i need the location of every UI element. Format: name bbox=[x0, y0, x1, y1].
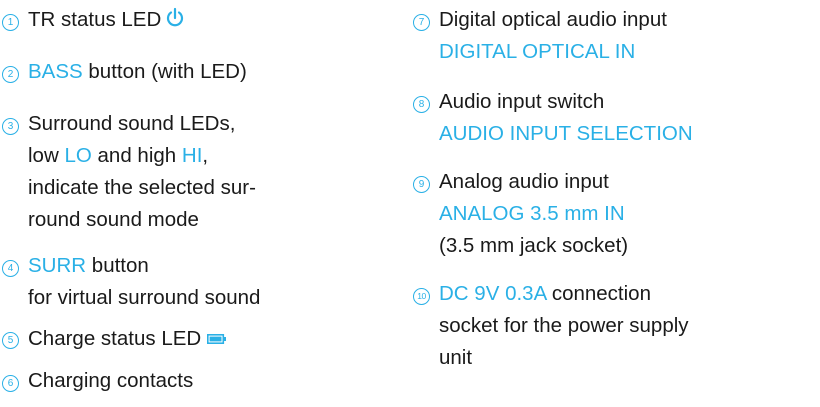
item-label: Audio input switch bbox=[439, 90, 605, 113]
item-label: button bbox=[86, 254, 149, 277]
item-number-badge: 2 bbox=[2, 66, 19, 83]
lo-label: LO bbox=[64, 144, 92, 167]
item-label: connection bbox=[546, 282, 651, 305]
item-number-badge: 3 bbox=[2, 118, 19, 135]
hi-label: HI bbox=[181, 144, 203, 167]
item-number-badge: 6 bbox=[2, 375, 19, 392]
item-highlight-label: SURR bbox=[28, 254, 87, 277]
item-label: Charge status LED bbox=[28, 327, 202, 350]
item-number-badge: 10 bbox=[413, 288, 430, 305]
item-highlight-label: AUDIO INPUT SELECTION bbox=[439, 122, 693, 145]
power-icon bbox=[165, 7, 185, 39]
item-highlight-label: BASS bbox=[28, 60, 83, 83]
battery-icon bbox=[207, 322, 227, 354]
item-number-badge: 5 bbox=[2, 332, 19, 349]
item-number-badge: 9 bbox=[413, 176, 430, 193]
item-label: Charging contacts bbox=[28, 369, 194, 392]
item-number-badge: 7 bbox=[413, 14, 430, 31]
item-highlight-label: DIGITAL OPTICAL IN bbox=[439, 40, 636, 63]
item-highlight-label: DC 9V 0.3A bbox=[439, 282, 547, 305]
item-label: Analog audio input bbox=[439, 170, 609, 193]
item-label: button (with LED) bbox=[82, 60, 247, 83]
item-number-badge: 8 bbox=[413, 96, 430, 113]
item-label: Surround sound LEDs, bbox=[28, 112, 236, 135]
item-number-badge: 4 bbox=[2, 260, 19, 277]
item-label: TR status LED bbox=[28, 8, 162, 31]
item-highlight-label: ANALOG 3.5 mm IN bbox=[439, 202, 625, 225]
item-number-badge: 1 bbox=[2, 14, 19, 31]
item-label: Digital optical audio input bbox=[439, 8, 667, 31]
